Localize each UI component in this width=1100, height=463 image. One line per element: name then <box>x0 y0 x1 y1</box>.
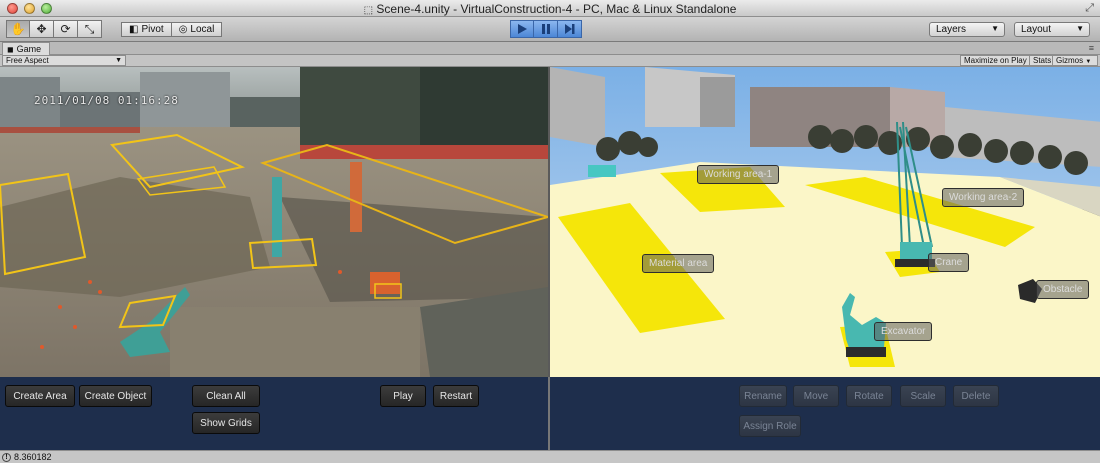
layout-dropdown[interactable]: Layout ▼ <box>1014 22 1090 37</box>
assign-role-button[interactable]: Assign Role <box>739 415 801 437</box>
obstacle-label[interactable]: Obstacle <box>1036 280 1090 299</box>
layers-dropdown[interactable]: Layers ▼ <box>929 22 1005 37</box>
gizmos-dropdown[interactable]: Gizmos ▼ <box>1052 55 1098 66</box>
camera-timestamp: 2011/01/08 01:16:28 <box>34 94 179 107</box>
pause-icon <box>541 24 550 34</box>
status-bar: ! 8.360182 <box>0 450 1100 463</box>
site-camera-view[interactable]: 2011/01/08 01:16:28 <box>0 67 548 377</box>
chevron-down-icon: ▼ <box>1085 59 1092 65</box>
rotate-button[interactable]: Rotate <box>846 385 892 407</box>
rotate-tool-button[interactable]: ⟳ <box>54 20 78 38</box>
working-area-1-label[interactable]: Working area-1 <box>697 165 780 184</box>
chevron-down-icon: ▼ <box>115 57 122 64</box>
delete-button[interactable]: Delete <box>953 385 999 407</box>
create-object-button[interactable]: Create Object <box>79 385 152 407</box>
pivot-toggles: ◧ Pivot ◎ Local <box>121 20 223 38</box>
create-area-button[interactable]: Create Area <box>5 385 75 407</box>
unity-file-icon: ⬚ <box>363 5 374 16</box>
console-message[interactable]: 8.360182 <box>14 451 52 463</box>
pivot-icon: ◧ <box>129 24 139 35</box>
material-area-label[interactable]: Material area <box>642 254 715 273</box>
maximize-on-play-toggle[interactable]: Maximize on Play <box>960 55 1031 66</box>
toolbar: ✋ ✥ ⟳ ⤡ ◧ Pivot ◎ Local Layers ▼ Layout ▼ <box>0 17 1100 42</box>
show-grids-button[interactable]: Show Grids <box>192 412 260 434</box>
fullscreen-icon[interactable]: ⤢ <box>1085 2 1094 15</box>
area-control-panel: Create Area Create Object Clean All Show… <box>0 377 548 450</box>
step-button[interactable] <box>558 20 582 38</box>
working-area-2-label[interactable]: Working area-2 <box>942 188 1025 207</box>
title-bar: ⬚ Scene-4.unity - VirtualConstruction-4 … <box>0 0 1100 17</box>
tab-menu-icon[interactable]: ≡ <box>1089 43 1094 53</box>
hand-icon: ✋ <box>10 22 26 36</box>
excavator-label[interactable]: Excavator <box>874 322 933 341</box>
play-icon <box>518 24 527 34</box>
hand-tool-button[interactable]: ✋ <box>6 20 30 38</box>
local-button[interactable]: ◎ Local <box>171 22 223 37</box>
move-icon: ✥ <box>36 22 47 36</box>
transform-tools: ✋ ✥ ⟳ ⤡ <box>6 20 102 38</box>
tab-game[interactable]: ◼ Game <box>2 42 51 55</box>
tab-bar: ◼ Game ≡ <box>0 42 1100 55</box>
play-button[interactable] <box>510 20 534 38</box>
aspect-dropdown[interactable]: Free Aspect ▼ <box>2 55 126 66</box>
game-view-bar: Free Aspect ▼ Maximize on Play Stats Giz… <box>0 55 1100 67</box>
scale-tool-button[interactable]: ⤡ <box>78 20 102 38</box>
chevron-down-icon: ▼ <box>991 24 999 33</box>
crane-label[interactable]: Crane <box>928 253 970 272</box>
window-title: ⬚ Scene-4.unity - VirtualConstruction-4 … <box>363 2 737 16</box>
scale-icon: ⤡ <box>84 21 95 36</box>
play-sim-button[interactable]: Play <box>380 385 426 407</box>
game-controller-icon: ◼ <box>7 44 14 54</box>
rotate-icon: ⟳ <box>60 22 71 36</box>
move-tool-button[interactable]: ✥ <box>30 20 54 38</box>
pivot-button[interactable]: ◧ Pivot <box>121 22 172 37</box>
local-icon: ◎ <box>178 24 188 35</box>
step-icon <box>564 24 574 34</box>
playback-controls <box>510 20 582 38</box>
info-icon: ! <box>2 452 11 462</box>
simulation-view[interactable]: Working area-1 Working area-2 Material a… <box>548 67 1100 377</box>
clean-all-button[interactable]: Clean All <box>192 385 260 407</box>
chevron-down-icon: ▼ <box>1076 24 1084 33</box>
object-control-panel: Rename Move Rotate Scale Delete Assign R… <box>548 377 1100 450</box>
scale-button[interactable]: Scale <box>900 385 946 407</box>
pause-button[interactable] <box>534 20 558 38</box>
camera-image <box>0 67 548 377</box>
restart-button[interactable]: Restart <box>433 385 479 407</box>
move-button[interactable]: Move <box>793 385 839 407</box>
simulation-scene <box>550 67 1100 377</box>
rename-button[interactable]: Rename <box>739 385 787 407</box>
